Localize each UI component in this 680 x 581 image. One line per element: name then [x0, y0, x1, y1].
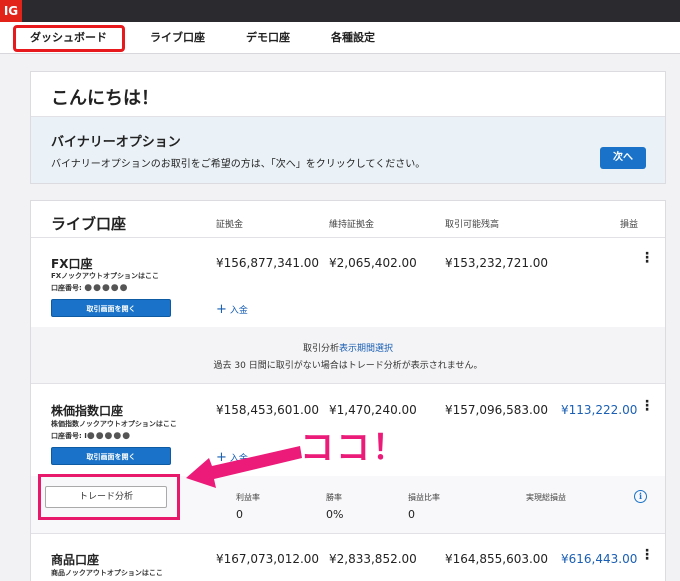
account-subtitle: FXノックアウトオプションはここ	[51, 272, 160, 280]
top-bar: IG	[0, 0, 680, 22]
column-header-pl: 損益	[620, 220, 639, 230]
account-name: FX口座	[51, 257, 93, 271]
live-account-card: ライブ口座 証拠金 維持証拠金 取引可能残高 損益 FX口座 FXノックアウトオ…	[30, 200, 666, 581]
account-subtitle: 株価指数ノックアウトオプションはここ	[51, 420, 177, 428]
greeting-card: こんにちは！ バイナリーオプション バイナリーオプションのお取引をご希望の方は、…	[30, 71, 666, 184]
binary-option-description: バイナリーオプションのお取引をご希望の方は、「次へ」をクリックしてください。	[51, 159, 426, 170]
dashboard-highlight-box	[13, 25, 125, 52]
divider	[31, 237, 665, 238]
margin-value: ¥167,073,012.00	[216, 552, 320, 566]
account-name: 株価指数口座	[51, 404, 124, 418]
binary-option-panel: バイナリーオプション バイナリーオプションのお取引をご希望の方は、「次へ」をクリ…	[31, 117, 665, 183]
pl-value: ¥616,443.00	[561, 552, 638, 566]
analysis-note: 過去 30 日間に取引がない場合はトレード分析が表示されません。	[213, 361, 483, 371]
binary-option-title: バイナリーオプション	[51, 135, 181, 150]
open-trading-screen-button[interactable]: 取引画面を開く	[51, 299, 171, 317]
margin-value: ¥158,453,601.00	[216, 403, 320, 417]
plus-icon: +	[216, 450, 227, 465]
account-subtitle: 商品ノックアウトオプションはここ	[51, 569, 163, 577]
account-number: 口座番号: ●●●●●	[51, 283, 129, 293]
tab-demo-account[interactable]: デモ口座	[246, 22, 290, 54]
account-number: 口座番号: I●●●●●	[51, 431, 132, 441]
maintenance-value: ¥2,065,402.00	[329, 256, 417, 270]
divider	[31, 383, 665, 384]
plus-icon: +	[216, 302, 227, 317]
account-name: 商品口座	[51, 553, 100, 567]
more-options-icon[interactable]: ⋮	[640, 251, 654, 265]
column-header-maintenance: 維持証拠金	[329, 220, 375, 230]
live-account-title: ライブ口座	[51, 215, 127, 233]
metric-value: 0	[408, 508, 415, 521]
info-icon[interactable]: i	[634, 490, 647, 503]
greeting-title: こんにちは！	[51, 88, 159, 109]
more-options-icon[interactable]: ⋮	[640, 548, 654, 562]
next-button[interactable]: 次へ	[600, 147, 646, 169]
trade-analysis-highlight-box	[38, 474, 180, 520]
metric-value: 0%	[326, 508, 344, 521]
more-options-icon[interactable]: ⋮	[640, 399, 654, 413]
tab-settings[interactable]: 各種設定	[331, 22, 375, 54]
column-header-margin: 証拠金	[216, 220, 244, 230]
tab-live-account[interactable]: ライブ口座	[150, 22, 205, 54]
divider	[31, 533, 665, 534]
deposit-link[interactable]: + 入金	[216, 302, 248, 317]
metric-value: 0	[236, 508, 243, 521]
available-value: ¥153,232,721.00	[445, 256, 549, 270]
open-trading-screen-button[interactable]: 取引画面を開く	[51, 447, 171, 465]
metric-header: 利益率	[236, 493, 260, 502]
maintenance-value: ¥2,833,852.00	[329, 552, 417, 566]
metric-header: 勝率	[326, 493, 342, 502]
available-value: ¥164,855,603.00	[445, 552, 549, 566]
metric-header: 損益比率	[408, 493, 440, 502]
period-select-link[interactable]: 表示期間選択	[339, 344, 393, 354]
metric-header: 実現総損益	[526, 493, 566, 502]
maintenance-value: ¥1,470,240.00	[329, 403, 417, 417]
deposit-link[interactable]: + 入金	[216, 450, 248, 465]
column-header-available: 取引可能残高	[445, 220, 500, 230]
pl-value: ¥113,222.00	[561, 403, 638, 417]
available-value: ¥157,096,583.00	[445, 403, 549, 417]
ig-logo: IG	[0, 0, 22, 22]
margin-value: ¥156,877,341.00	[216, 256, 320, 270]
callout-text: ココ！	[300, 428, 408, 468]
trade-analysis-notice: 取引分析表示期間選択 過去 30 日間に取引がない場合はトレード分析が表示されま…	[31, 327, 665, 383]
